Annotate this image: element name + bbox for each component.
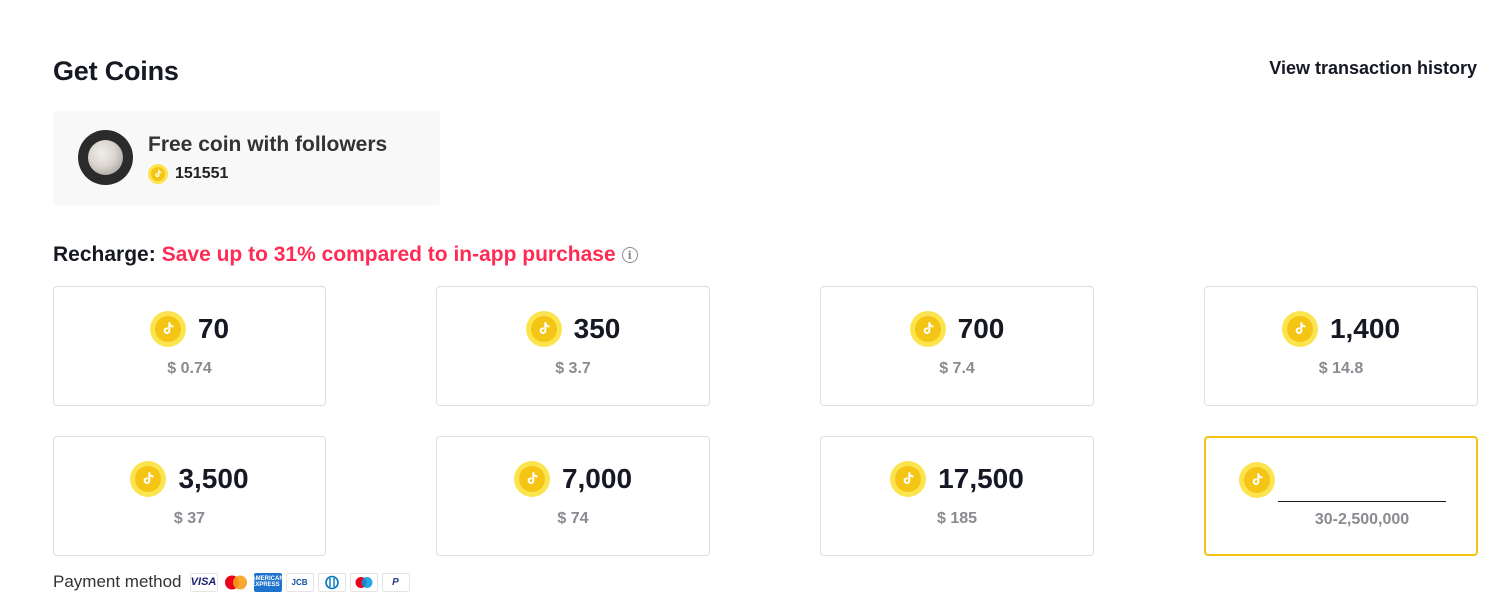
coin-package-header: 1,400 bbox=[1205, 311, 1477, 347]
coin-icon bbox=[1281, 311, 1318, 347]
coin-package-amount: 7,000 bbox=[561, 463, 633, 494]
coin-icon bbox=[1239, 462, 1275, 498]
coin-package-header: 7,000 bbox=[437, 461, 709, 497]
avatar bbox=[78, 130, 133, 185]
visa-icon: VISA bbox=[189, 572, 218, 592]
coin-package-amount: 70 bbox=[197, 313, 230, 344]
free-coin-title: Free coin with followers bbox=[148, 133, 388, 156]
coin-package[interactable]: 700 $ 7.4 bbox=[820, 286, 1094, 406]
coin-icon bbox=[525, 311, 562, 347]
info-icon[interactable]: i bbox=[621, 247, 638, 263]
coin-package-price: $ 74 bbox=[557, 510, 589, 527]
moon-avatar-image bbox=[88, 140, 123, 175]
coin-icon bbox=[890, 461, 927, 497]
jcb-icon: JCB bbox=[285, 572, 314, 592]
coin-package-amount: 1,400 bbox=[1329, 313, 1401, 344]
coin-package-header: 3,500 bbox=[54, 461, 325, 497]
coin-package-price: $ 185 bbox=[936, 510, 978, 527]
payment-method-row: Payment method VISA AMERICAN EXPRESS JCB… bbox=[53, 572, 410, 592]
recharge-heading: Recharge: Save up to 31% compared to in-… bbox=[53, 243, 638, 267]
diners-club-icon bbox=[317, 572, 346, 592]
coin-package[interactable]: 7,000 $ 74 bbox=[436, 436, 710, 556]
recharge-label: Recharge: bbox=[53, 243, 156, 266]
coin-package-amount: 350 bbox=[573, 313, 621, 344]
coin-icon bbox=[130, 461, 167, 497]
coin-package-amount: 700 bbox=[957, 313, 1005, 344]
coin-package-amount: 17,500 bbox=[938, 463, 1024, 494]
coin-package-amount: 3,500 bbox=[178, 463, 249, 494]
coin-icon bbox=[149, 311, 186, 347]
free-coin-count-row: 151551 bbox=[148, 164, 228, 184]
amex-icon: AMERICAN EXPRESS bbox=[253, 572, 282, 592]
custom-amount-package[interactable]: 30-2,500,000 bbox=[1204, 436, 1478, 556]
coin-package[interactable]: 70 $ 0.74 bbox=[53, 286, 326, 406]
custom-amount-range: 30-2,500,000 bbox=[1314, 511, 1410, 528]
coin-package[interactable]: 350 $ 3.7 bbox=[436, 286, 710, 406]
mastercard-icon bbox=[222, 573, 250, 592]
coin-package-price: $ 7.4 bbox=[939, 360, 975, 377]
coin-package[interactable]: 1,400 $ 14.8 bbox=[1204, 286, 1478, 406]
free-coin-count: 151551 bbox=[175, 165, 229, 182]
coin-package-price: $ 14.8 bbox=[1318, 360, 1364, 377]
paypal-icon: P bbox=[381, 572, 410, 592]
page-title: Get Coins bbox=[53, 56, 179, 86]
free-coin-card[interactable]: Free coin with followers 151551 bbox=[53, 111, 440, 205]
coin-package[interactable]: 3,500 $ 37 bbox=[53, 436, 326, 556]
coin-icon bbox=[513, 461, 550, 497]
payment-method-label: Payment method bbox=[53, 572, 182, 591]
coin-package-header: 70 bbox=[54, 311, 325, 347]
coin-package[interactable]: 17,500 $ 185 bbox=[820, 436, 1094, 556]
coin-package-price: $ 3.7 bbox=[555, 360, 591, 377]
coin-package-header: 700 bbox=[821, 311, 1093, 347]
custom-amount-input[interactable] bbox=[1278, 468, 1446, 502]
coin-icon bbox=[148, 164, 168, 184]
coin-package-header: 17,500 bbox=[821, 461, 1093, 497]
view-transaction-history-link[interactable]: View transaction history bbox=[1269, 58, 1477, 79]
maestro-icon bbox=[349, 572, 378, 592]
coin-package-header: 350 bbox=[437, 311, 709, 347]
coin-icon bbox=[909, 311, 946, 347]
coin-package-price: $ 37 bbox=[173, 510, 206, 527]
coin-package-price: $ 0.74 bbox=[167, 360, 212, 377]
recharge-promo-text: Save up to 31% compared to in-app purcha… bbox=[161, 243, 616, 266]
